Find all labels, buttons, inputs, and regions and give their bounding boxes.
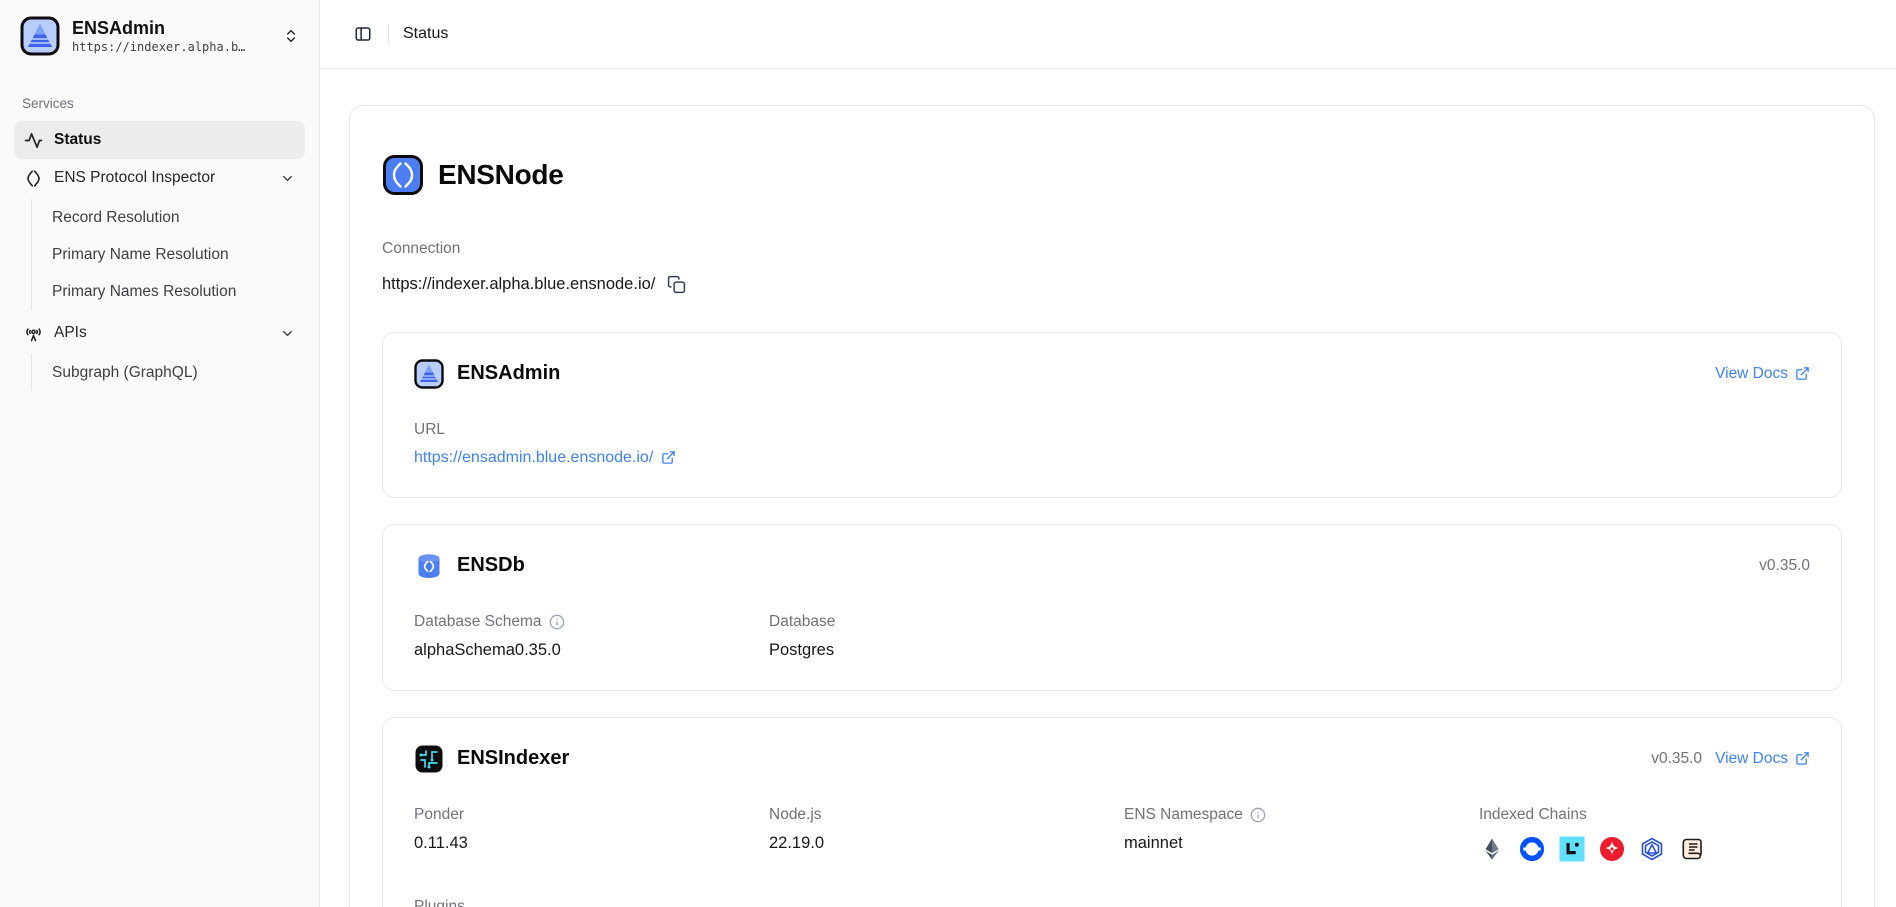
view-docs-label: View Docs: [1715, 365, 1788, 383]
sidebar-item-primary-name-resolution[interactable]: Primary Name Resolution: [42, 236, 305, 273]
sidebar-item-label: Subgraph (GraphQL): [52, 364, 198, 382]
connection-label: Connection: [382, 240, 1842, 258]
arbitrum-icon: [1639, 836, 1665, 862]
sidebar-section-label: Services: [14, 96, 305, 111]
sidebar-item-primary-names-resolution[interactable]: Primary Names Resolution: [42, 273, 305, 310]
sidebar-item-label: ENS Protocol Inspector: [54, 169, 215, 187]
connection-url: https://indexer.alpha.blue.ensnode.io/: [382, 275, 655, 294]
ensindexer-view-docs-link[interactable]: View Docs: [1715, 750, 1810, 768]
ensdb-version: v0.35.0: [1759, 557, 1810, 575]
radio-tower-icon: [24, 324, 43, 343]
info-icon[interactable]: [1250, 807, 1266, 823]
sidebar-item-subgraph-graphql[interactable]: Subgraph (GraphQL): [42, 354, 305, 391]
ensnode-header: ENSNode: [382, 140, 1842, 210]
ponder-label: Ponder: [414, 806, 464, 824]
base-icon: [1519, 836, 1545, 862]
connection-selector[interactable]: ENSAdmin https://indexer.alpha.b…: [14, 14, 305, 58]
namespace-label: ENS Namespace: [1124, 806, 1243, 824]
sidebar-item-status[interactable]: Status: [14, 121, 305, 159]
sidebar-item-label: Record Resolution: [52, 209, 180, 227]
app-title: ENSAdmin: [72, 19, 245, 37]
url-field-label: URL: [414, 421, 1810, 439]
connection-block: Connection https://indexer.alpha.blue.en…: [382, 240, 1842, 294]
inspector-subnav: Record Resolution Primary Name Resolutio…: [31, 199, 305, 310]
ens-diamond-icon: [24, 169, 43, 188]
optimism-icon: [1599, 836, 1625, 862]
ensadmin-logo-icon: [20, 16, 60, 56]
sidebar-item-label: Primary Names Resolution: [52, 283, 236, 301]
sidebar-item-label: Primary Name Resolution: [52, 246, 229, 264]
namespace-value: mainnet: [1124, 834, 1455, 853]
plugins-label: Plugins: [414, 898, 465, 907]
chevrons-up-down-icon: [283, 28, 299, 44]
ensadmin-card: ENSAdmin View Docs: [382, 332, 1842, 498]
activity-icon: [24, 131, 43, 150]
chains-label: Indexed Chains: [1479, 806, 1587, 824]
page-content: ENSNode Connection https://indexer.alpha…: [320, 69, 1896, 907]
ethereum-icon: [1479, 836, 1505, 862]
scroll-icon: [1679, 836, 1705, 862]
database-value: Postgres: [769, 641, 1100, 660]
topbar: Status: [320, 0, 1896, 69]
main-area: Status ENSNode Connection https://indexe…: [320, 0, 1896, 907]
info-icon[interactable]: [549, 614, 565, 630]
page-title: ENSNode: [438, 159, 563, 191]
database-label: Database: [769, 613, 835, 631]
sidebar-item-record-resolution[interactable]: Record Resolution: [42, 199, 305, 236]
topbar-divider: [388, 24, 389, 44]
plugins-section: Plugins: [414, 898, 1810, 907]
indexed-chains-row: [1479, 836, 1810, 862]
external-link-icon: [661, 450, 676, 465]
schema-value: alphaSchema0.35.0: [414, 641, 745, 660]
external-link-icon: [1795, 751, 1810, 766]
breadcrumb: Status: [403, 25, 448, 43]
ensindexer-version: v0.35.0: [1651, 750, 1702, 768]
service-cards: ENSAdmin View Docs: [382, 332, 1842, 907]
external-link-icon: [1795, 366, 1810, 381]
copy-icon[interactable]: [667, 275, 686, 294]
schema-label: Database Schema: [414, 613, 542, 631]
nodejs-label: Node.js: [769, 806, 822, 824]
app-connection-url: https://indexer.alpha.b…: [72, 40, 245, 54]
chevron-down-icon: [280, 326, 295, 341]
ensdb-card-title: ENSDb: [457, 554, 525, 577]
sidebar-item-label: APIs: [54, 324, 87, 342]
ensadmin-url-link[interactable]: https://ensadmin.blue.ensnode.io/: [414, 449, 1810, 467]
ensadmin-card-icon: [414, 359, 444, 389]
ensindexer-card-icon: [414, 744, 444, 774]
nodejs-value: 22.19.0: [769, 834, 1100, 853]
linea-icon: [1559, 836, 1585, 862]
ensindexer-card-title: ENSIndexer: [457, 747, 569, 770]
sidebar: ENSAdmin https://indexer.alpha.b… Servic…: [0, 0, 320, 907]
ensdb-card: ENSDb v0.35.0 Database Schema: [382, 524, 1842, 691]
ensnode-logo-icon: [382, 154, 424, 196]
ensadmin-view-docs-link[interactable]: View Docs: [1715, 365, 1810, 383]
sidebar-item-apis[interactable]: APIs: [14, 314, 305, 352]
view-docs-label: View Docs: [1715, 750, 1788, 768]
chevron-down-icon: [280, 171, 295, 186]
ensadmin-card-title: ENSAdmin: [457, 362, 560, 385]
apis-subnav: Subgraph (GraphQL): [31, 354, 305, 391]
ensnode-panel: ENSNode Connection https://indexer.alpha…: [349, 105, 1875, 907]
ensadmin-url-text: https://ensadmin.blue.ensnode.io/: [414, 449, 653, 467]
ponder-value: 0.11.43: [414, 834, 745, 853]
ensindexer-card: ENSIndexer v0.35.0 View Docs: [382, 717, 1842, 907]
sidebar-item-label: Status: [54, 131, 101, 149]
sidebar-toggle-button[interactable]: [348, 19, 378, 49]
sidebar-item-ens-protocol-inspector[interactable]: ENS Protocol Inspector: [14, 159, 305, 197]
ensdb-card-icon: [414, 551, 444, 581]
sidebar-nav: Status ENS Protocol Inspector Record Res…: [14, 121, 305, 391]
